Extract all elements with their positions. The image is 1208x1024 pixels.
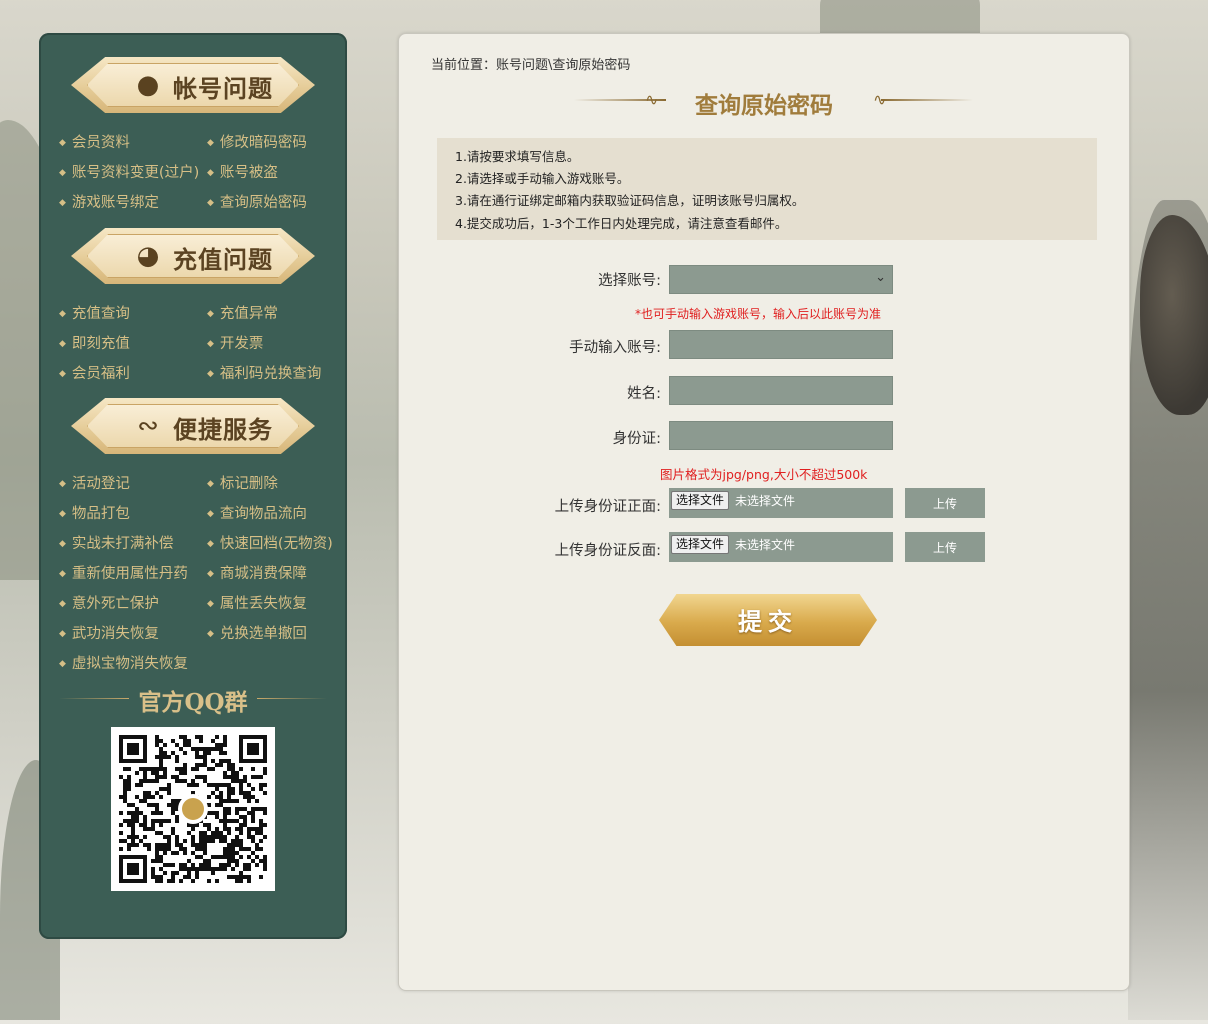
sidebar-link[interactable]: 活动登记 (59, 472, 130, 493)
sidebar-link[interactable]: 商城消费保障 (207, 562, 307, 583)
instruction-line: 4.提交成功后，1-3个工作日内处理完成，请注意查看邮件。 (455, 216, 788, 231)
sidebar-link[interactable]: 游戏账号绑定 (59, 191, 159, 212)
choose-file-button[interactable]: 选择文件 (671, 535, 730, 554)
sidebar-link[interactable]: 标记删除 (207, 472, 278, 493)
instruction-line: 1.请按要求填写信息。 (455, 149, 580, 164)
category-title: 便捷服务 (173, 416, 273, 444)
id-number-input[interactable] (669, 421, 893, 450)
sidebar-link[interactable]: 会员资料 (59, 131, 130, 152)
sidebar-link[interactable]: 实战未打满补偿 (59, 532, 174, 553)
upload-front-button[interactable]: 上传 (905, 488, 985, 518)
file-status: 未选择文件 (735, 538, 796, 552)
qq-group-qr-code (111, 727, 275, 891)
file-status: 未选择文件 (735, 494, 796, 508)
image-format-hint: 图片格式为jpg/png,大小不超过500k (660, 467, 868, 482)
id-front-file-input[interactable]: 选择文件 未选择文件 (669, 488, 893, 518)
id-front-label: 上传身份证正面: (554, 499, 661, 515)
sidebar-link[interactable]: 充值异常 (207, 302, 278, 323)
choose-file-button[interactable]: 选择文件 (671, 491, 730, 510)
sidebar-link[interactable]: 兑换选单撤回 (207, 622, 307, 643)
select-account-label: 选择账号: (598, 273, 661, 289)
instructions-box: 1.请按要求填写信息。 2.请选择或手动输入游戏账号。 3.请在通行证绑定邮箱内… (437, 138, 1097, 240)
sidebar-link[interactable]: 武功消失恢复 (59, 622, 159, 643)
id-back-label: 上传身份证反面: (554, 543, 661, 559)
sidebar-link[interactable]: 开发票 (207, 332, 264, 353)
account-select[interactable]: ⌄ (669, 265, 893, 294)
qq-group-header: 官方QQ群 (59, 683, 327, 716)
sidebar-link[interactable]: 重新使用属性丹药 (59, 562, 188, 583)
sidebar: ● 帐号问题 会员资料 修改暗码密码 账号资料变更(过户) 账号被盗 游戏账号绑… (39, 33, 347, 939)
sidebar-link[interactable]: 查询物品流向 (207, 502, 307, 523)
sidebar-link[interactable]: 属性丢失恢复 (207, 592, 307, 613)
sidebar-link[interactable]: 账号被盗 (207, 161, 278, 182)
category-title: 充值问题 (173, 246, 273, 274)
qr-code-icon (119, 735, 267, 883)
breadcrumb: 当前位置：账号问题\查询原始密码 (431, 58, 631, 73)
whirlwind-icon: ∾ (137, 411, 159, 441)
category-banner-account: ● 帐号问题 (61, 57, 325, 113)
id-number-label: 身份证: (612, 431, 661, 447)
manual-account-input[interactable] (669, 330, 893, 359)
sidebar-link[interactable]: 物品打包 (59, 502, 130, 523)
sidebar-link[interactable]: 意外死亡保护 (59, 592, 159, 613)
sidebar-link[interactable]: 会员福利 (59, 362, 130, 383)
main-panel: 当前位置：账号问题\查询原始密码 ∿ 查询原始密码 ∿ 1.请按要求填写信息。 … (398, 33, 1130, 991)
sidebar-link[interactable]: 虚拟宝物消失恢复 (59, 652, 188, 673)
sidebar-link[interactable]: 快速回档(无物资) (207, 532, 333, 553)
name-label: 姓名: (627, 386, 661, 402)
sidebar-link[interactable]: 充值查询 (59, 302, 130, 323)
sidebar-link[interactable]: 账号资料变更(过户) (59, 161, 199, 182)
upload-back-button[interactable]: 上传 (905, 532, 985, 562)
title-ornament-right (881, 99, 973, 101)
gold-ingot-icon: ◕ (136, 241, 160, 271)
name-input[interactable] (669, 376, 893, 405)
category-banner-recharge: ◕ 充值问题 (61, 228, 325, 284)
category-banner-services: ∾ 便捷服务 (61, 398, 325, 454)
instruction-line: 2.请选择或手动输入游戏账号。 (455, 171, 630, 186)
manual-account-label: 手动输入账号: (569, 340, 661, 356)
sidebar-link[interactable]: 福利码兑换查询 (207, 362, 322, 383)
qq-group-title: 官方QQ群 (138, 689, 248, 716)
category-title: 帐号问题 (173, 75, 273, 103)
submit-button[interactable]: 提交 (659, 588, 877, 652)
chevron-down-icon: ⌄ (875, 270, 886, 285)
sidebar-link[interactable]: 查询原始密码 (207, 191, 307, 212)
page-title: 查询原始密码 (695, 93, 833, 119)
instruction-line: 3.请在通行证绑定邮箱内获取验证码信息，证明该账号归属权。 (455, 193, 805, 208)
user-silhouette-icon: ● (136, 70, 160, 100)
id-back-file-input[interactable]: 选择文件 未选择文件 (669, 532, 893, 562)
submit-label: 提交 (738, 608, 798, 636)
sidebar-link[interactable]: 即刻充值 (59, 332, 130, 353)
manual-account-hint: *也可手动输入游戏账号，输入后以此账号为准 (635, 307, 882, 321)
sidebar-link[interactable]: 修改暗码密码 (207, 131, 307, 152)
